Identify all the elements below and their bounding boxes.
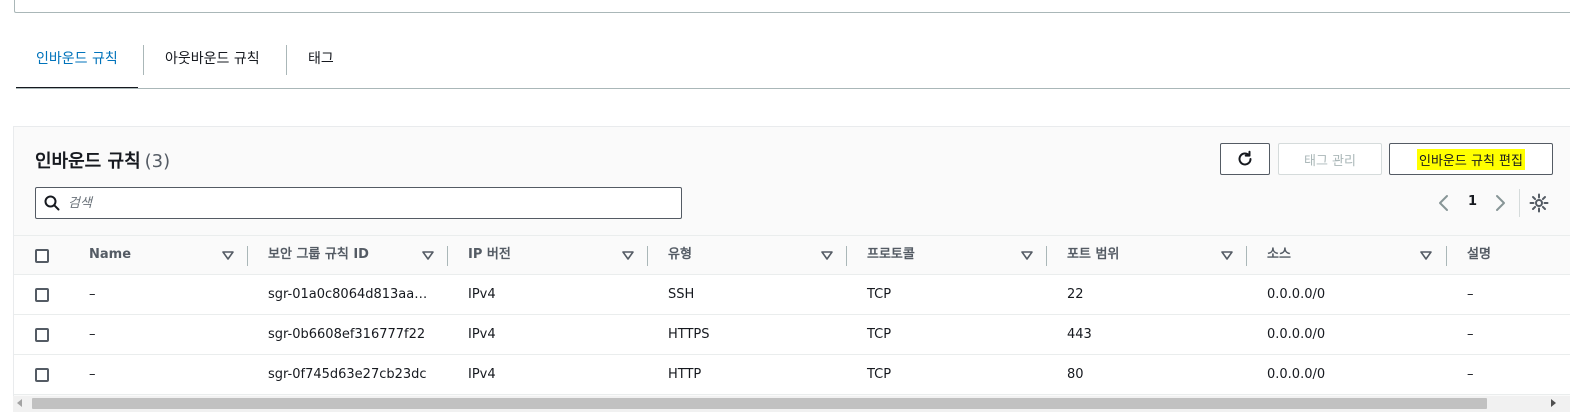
pager-separator	[1519, 189, 1520, 217]
sort-icon[interactable]	[821, 251, 833, 261]
cell-description: –	[1467, 367, 1474, 382]
sort-icon[interactable]	[1221, 251, 1233, 261]
cell-name: –	[89, 287, 96, 302]
tab-separator	[143, 45, 144, 75]
row-checkbox[interactable]	[35, 288, 49, 302]
refresh-button[interactable]	[1220, 143, 1270, 175]
panel-title-text: 인바운드 규칙	[35, 151, 141, 172]
cell-protocol: TCP	[867, 327, 892, 342]
row-checkbox[interactable]	[35, 328, 49, 342]
tab-outbound-rules[interactable]: 아웃바운드 규칙	[145, 33, 280, 88]
top-panel	[14, 0, 1570, 13]
table-row[interactable]: – sgr-0b6608ef316777f22 IPv4 HTTPS TCP 4…	[14, 315, 1570, 355]
rules-table: Name 보안 그룹 규칙 ID IP 버전 유형 프로토콜 포트 범위 소스 …	[14, 235, 1570, 395]
cell-source: 0.0.0.0/0	[1267, 287, 1326, 302]
select-all-checkbox[interactable]	[35, 249, 49, 263]
chevron-right-icon[interactable]	[1492, 193, 1508, 213]
cell-type: HTTP	[668, 367, 702, 382]
cell-rule-id: sgr-0f745d63e27cb23dc	[268, 367, 427, 382]
rule-count: (3)	[144, 151, 171, 172]
cell-ip-version: IPv4	[468, 287, 496, 302]
cell-protocol: TCP	[867, 367, 892, 382]
row-checkbox[interactable]	[35, 368, 49, 382]
column-header-name[interactable]: Name	[89, 236, 131, 276]
tab-separator	[286, 45, 287, 75]
edit-inbound-rules-label: 인바운드 규칙 편집	[1417, 148, 1525, 170]
cell-type: HTTPS	[668, 327, 710, 342]
panel-title: 인바운드 규칙 (3)	[35, 147, 170, 173]
sort-icon[interactable]	[622, 251, 634, 261]
sort-icon[interactable]	[222, 251, 234, 261]
tabs-divider	[16, 88, 1570, 89]
cell-ip-version: IPv4	[468, 327, 496, 342]
cell-name: –	[89, 327, 96, 342]
cell-ip-version: IPv4	[468, 367, 496, 382]
sort-icon[interactable]	[1021, 251, 1033, 261]
column-header-source[interactable]: 소스	[1267, 236, 1291, 276]
sort-icon[interactable]	[1420, 251, 1432, 261]
cell-port-range: 443	[1067, 327, 1092, 342]
tab-bar: 인바운드 규칙 아웃바운드 규칙 태그	[16, 33, 1570, 89]
column-header-port-range[interactable]: 포트 범위	[1067, 236, 1119, 276]
manage-tags-button[interactable]: 태그 관리	[1278, 143, 1382, 175]
column-header-protocol[interactable]: 프로토콜	[867, 236, 915, 276]
scroll-left-arrow-icon[interactable]	[17, 399, 22, 407]
table-header: Name 보안 그룹 규칙 ID IP 버전 유형 프로토콜 포트 범위 소스 …	[14, 235, 1570, 275]
table-row[interactable]: – sgr-01a0c8064d813aa… IPv4 SSH TCP 22 0…	[14, 275, 1570, 315]
column-header-ip-version[interactable]: IP 버전	[468, 236, 511, 276]
cell-description: –	[1467, 327, 1474, 342]
horizontal-scrollbar[interactable]	[13, 396, 1570, 412]
cell-port-range: 80	[1067, 367, 1084, 382]
column-resizer[interactable]	[247, 246, 248, 266]
cell-rule-id: sgr-0b6608ef316777f22	[268, 327, 426, 342]
cell-source: 0.0.0.0/0	[1267, 367, 1326, 382]
column-header-rule-id[interactable]: 보안 그룹 규칙 ID	[268, 236, 369, 276]
refresh-icon	[1238, 150, 1252, 166]
column-resizer[interactable]	[1246, 246, 1247, 266]
gear-icon[interactable]	[1529, 193, 1549, 213]
current-page[interactable]: 1	[1468, 194, 1477, 209]
cell-type: SSH	[668, 287, 695, 302]
cell-rule-id: sgr-01a0c8064d813aa…	[268, 287, 428, 302]
search-box	[35, 187, 682, 219]
scroll-right-arrow-icon[interactable]	[1551, 399, 1556, 407]
scroll-thumb[interactable]	[32, 398, 1487, 409]
cell-description: –	[1467, 287, 1474, 302]
tab-tags[interactable]: 태그	[288, 33, 354, 88]
cell-source: 0.0.0.0/0	[1267, 327, 1326, 342]
sort-icon[interactable]	[422, 251, 434, 261]
cell-protocol: TCP	[867, 287, 892, 302]
column-resizer[interactable]	[1446, 246, 1447, 266]
column-resizer[interactable]	[1046, 246, 1047, 266]
column-header-description[interactable]: 설명	[1467, 236, 1491, 276]
column-resizer[interactable]	[447, 246, 448, 266]
chevron-left-icon[interactable]	[1436, 193, 1452, 213]
table-row[interactable]: – sgr-0f745d63e27cb23dc IPv4 HTTP TCP 80…	[14, 355, 1570, 395]
cell-port-range: 22	[1067, 287, 1084, 302]
inbound-rules-container: 인바운드 규칙(3) 태그 관리 인바운드 규칙 편집 1 Name	[13, 126, 1570, 412]
search-icon	[44, 195, 60, 211]
tab-inbound-rules[interactable]: 인바운드 규칙	[16, 33, 138, 89]
edit-inbound-rules-button[interactable]: 인바운드 규칙 편집	[1389, 143, 1553, 175]
cell-name: –	[89, 367, 96, 382]
search-input[interactable]	[68, 192, 668, 214]
column-header-type[interactable]: 유형	[668, 236, 692, 276]
column-resizer[interactable]	[647, 246, 648, 266]
column-resizer[interactable]	[846, 246, 847, 266]
